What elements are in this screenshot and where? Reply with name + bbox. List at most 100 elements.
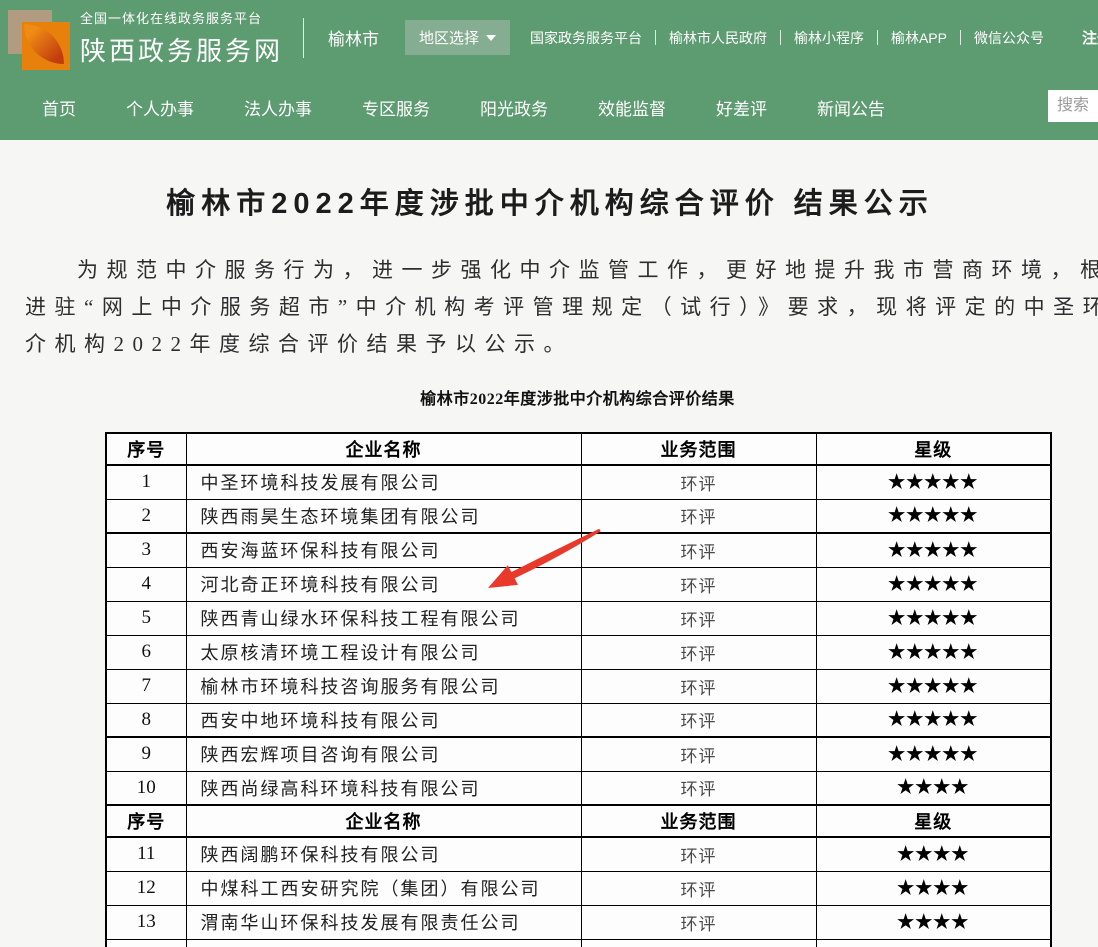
column-header: 序号 <box>106 805 186 837</box>
nav-item-0[interactable]: 首页 <box>42 95 76 120</box>
search-box <box>1048 90 1098 122</box>
cell-no: 2 <box>106 499 186 533</box>
header-link-4[interactable]: 微信公众号 <box>974 28 1044 48</box>
cell-scope: 环评 <box>581 669 816 703</box>
region-selector-button[interactable]: 地区选择 <box>405 20 510 55</box>
top-bar: 全国一体化在线政务服务平台 陕西政务服务网 榆林市 地区选择 国家政务服务平台 榆… <box>0 0 1098 75</box>
nav-item-4[interactable]: 阳光政务 <box>480 95 548 120</box>
cell-stars: ★★★★ <box>816 837 1051 871</box>
nav-item-7[interactable]: 新闻公告 <box>817 95 885 120</box>
site-header: 全国一体化在线政务服务平台 陕西政务服务网 榆林市 地区选择 国家政务服务平台 榆… <box>0 0 1098 140</box>
nav-item-5[interactable]: 效能监督 <box>598 95 666 120</box>
table-row: 9陕西宏辉项目咨询有限公司环评★★★★★ <box>106 737 1051 771</box>
cell-no: 7 <box>106 669 186 703</box>
current-city-label: 榆林市 <box>328 25 379 50</box>
link-separator <box>877 30 878 45</box>
column-header: 星级 <box>816 433 1051 465</box>
nav-item-2[interactable]: 法人办事 <box>244 95 312 120</box>
table-row: 1中圣环境科技发展有限公司环评★★★★★ <box>106 465 1051 499</box>
header-link-3[interactable]: 榆林APP <box>891 28 947 48</box>
search-input[interactable] <box>1048 90 1098 122</box>
cell-scope: 环评 <box>581 737 816 771</box>
cell-scope: 环评 <box>581 499 816 533</box>
table-caption: 榆林市2022年度涉批中介机构综合评价结果 <box>105 385 1050 409</box>
cell-name: 榆林市环境科技咨询服务有限公司 <box>186 669 581 703</box>
cell-name: 西安中地环境科技有限公司 <box>186 703 581 737</box>
cell-stars: ★★★★★ <box>816 465 1051 499</box>
cell-no: 9 <box>106 737 186 771</box>
table-row: 8西安中地环境科技有限公司环评★★★★★ <box>106 703 1051 737</box>
header-link-1[interactable]: 榆林市人民政府 <box>669 28 767 48</box>
cell-scope: 环评 <box>581 465 816 499</box>
cell-name: 河北奇正环境科技有限公司 <box>186 567 581 601</box>
nav-item-3[interactable]: 专区服务 <box>362 95 430 120</box>
link-separator <box>655 30 656 45</box>
cell-no: 5 <box>106 601 186 635</box>
table-row: 13渭南华山环保科技发展有限责任公司环评★★★★ <box>106 905 1051 939</box>
cell-stars: ★★★★★ <box>816 567 1051 601</box>
table-row: 4河北奇正环境科技有限公司环评★★★★★ <box>106 567 1051 601</box>
header-link-2[interactable]: 榆林小程序 <box>794 28 864 48</box>
header-link-0[interactable]: 国家政务服务平台 <box>530 28 642 48</box>
register-link[interactable]: 注册 <box>1082 27 1098 48</box>
cell-scope: 环评 <box>581 771 816 805</box>
cell-empty <box>106 939 186 947</box>
cell-name: 陕西宏辉项目咨询有限公司 <box>186 737 581 771</box>
cell-no: 12 <box>106 871 186 905</box>
cell-scope: 环评 <box>581 601 816 635</box>
main-nav: 首页 个人办事 法人办事 专区服务 阳光政务 效能监督 好差评 新闻公告 <box>0 75 1098 140</box>
cell-no: 8 <box>106 703 186 737</box>
cell-stars: ★★★★★ <box>816 737 1051 771</box>
cell-name: 太原核清环境工程设计有限公司 <box>186 635 581 669</box>
column-header: 星级 <box>816 805 1051 837</box>
cell-stars: ★★★★★ <box>816 703 1051 737</box>
cell-empty <box>186 939 581 947</box>
brand-divider <box>303 18 304 58</box>
table-row: 7榆林市环境科技咨询服务有限公司环评★★★★★ <box>106 669 1051 703</box>
cell-scope: 环评 <box>581 703 816 737</box>
brand-text: 全国一体化在线政务服务平台 陕西政务服务网 <box>80 8 283 68</box>
paragraph-line: 为规范中介服务行为，进一步强化中介监管工作，更好地提升我市营商环境，根据《榆林市… <box>25 252 1098 289</box>
column-header: 业务范围 <box>581 433 816 465</box>
table-header-row: 序号企业名称业务范围星级 <box>106 433 1051 465</box>
cell-empty <box>581 939 816 947</box>
cell-scope: 环评 <box>581 837 816 871</box>
paragraph-line: 介机构2022年度综合评价结果予以公示。 <box>25 326 1098 363</box>
cell-stars: ★★★★ <box>816 771 1051 805</box>
site-logo-icon <box>8 6 70 70</box>
cell-name: 中煤科工西安研究院（集团）有限公司 <box>186 871 581 905</box>
announcement-paragraph: 为规范中介服务行为，进一步强化中介监管工作，更好地提升我市营商环境，根据《榆林市… <box>25 252 1098 363</box>
cell-stars: ★★★★★ <box>816 635 1051 669</box>
cell-scope: 环评 <box>581 635 816 669</box>
cell-no: 3 <box>106 533 186 567</box>
column-header: 序号 <box>106 433 186 465</box>
evaluation-results-table: 序号企业名称业务范围星级1中圣环境科技发展有限公司环评★★★★★2陕西雨昊生态环… <box>105 432 1052 947</box>
cell-stars: ★★★★★ <box>816 601 1051 635</box>
site-name: 陕西政务服务网 <box>80 31 283 68</box>
paragraph-line: 进驻“网上中介服务超市”中介机构考评管理规定（试行）》要求，现将评定的中圣环境科… <box>25 289 1098 326</box>
table-row: 12中煤科工西安研究院（集团）有限公司环评★★★★ <box>106 871 1051 905</box>
nav-item-6[interactable]: 好差评 <box>716 95 767 120</box>
table-row: 5陕西青山绿水环保科技工程有限公司环评★★★★★ <box>106 601 1051 635</box>
cell-empty <box>816 939 1051 947</box>
column-header: 企业名称 <box>186 805 581 837</box>
table-row: 2陕西雨昊生态环境集团有限公司环评★★★★★ <box>106 499 1051 533</box>
table-row <box>106 939 1051 947</box>
cell-no: 11 <box>106 837 186 871</box>
cell-name: 渭南华山环保科技发展有限责任公司 <box>186 905 581 939</box>
cell-scope: 环评 <box>581 871 816 905</box>
top-links: 国家政务服务平台 榆林市人民政府 榆林小程序 榆林APP 微信公众号 <box>530 28 1044 48</box>
cell-name: 陕西雨昊生态环境集团有限公司 <box>186 499 581 533</box>
cell-no: 6 <box>106 635 186 669</box>
cell-name: 中圣环境科技发展有限公司 <box>186 465 581 499</box>
cell-scope: 环评 <box>581 533 816 567</box>
table-row: 6太原核清环境工程设计有限公司环评★★★★★ <box>106 635 1051 669</box>
cell-no: 4 <box>106 567 186 601</box>
table-row: 11陕西阔鹏环保科技有限公司环评★★★★ <box>106 837 1051 871</box>
table-row: 10陕西尚绿高科环境科技有限公司环评★★★★ <box>106 771 1051 805</box>
cell-stars: ★★★★ <box>816 905 1051 939</box>
nav-item-1[interactable]: 个人办事 <box>126 95 194 120</box>
cell-name: 西安海蓝环保科技有限公司 <box>186 533 581 567</box>
table-row: 3西安海蓝环保科技有限公司环评★★★★★ <box>106 533 1051 567</box>
chevron-down-icon <box>486 35 496 41</box>
